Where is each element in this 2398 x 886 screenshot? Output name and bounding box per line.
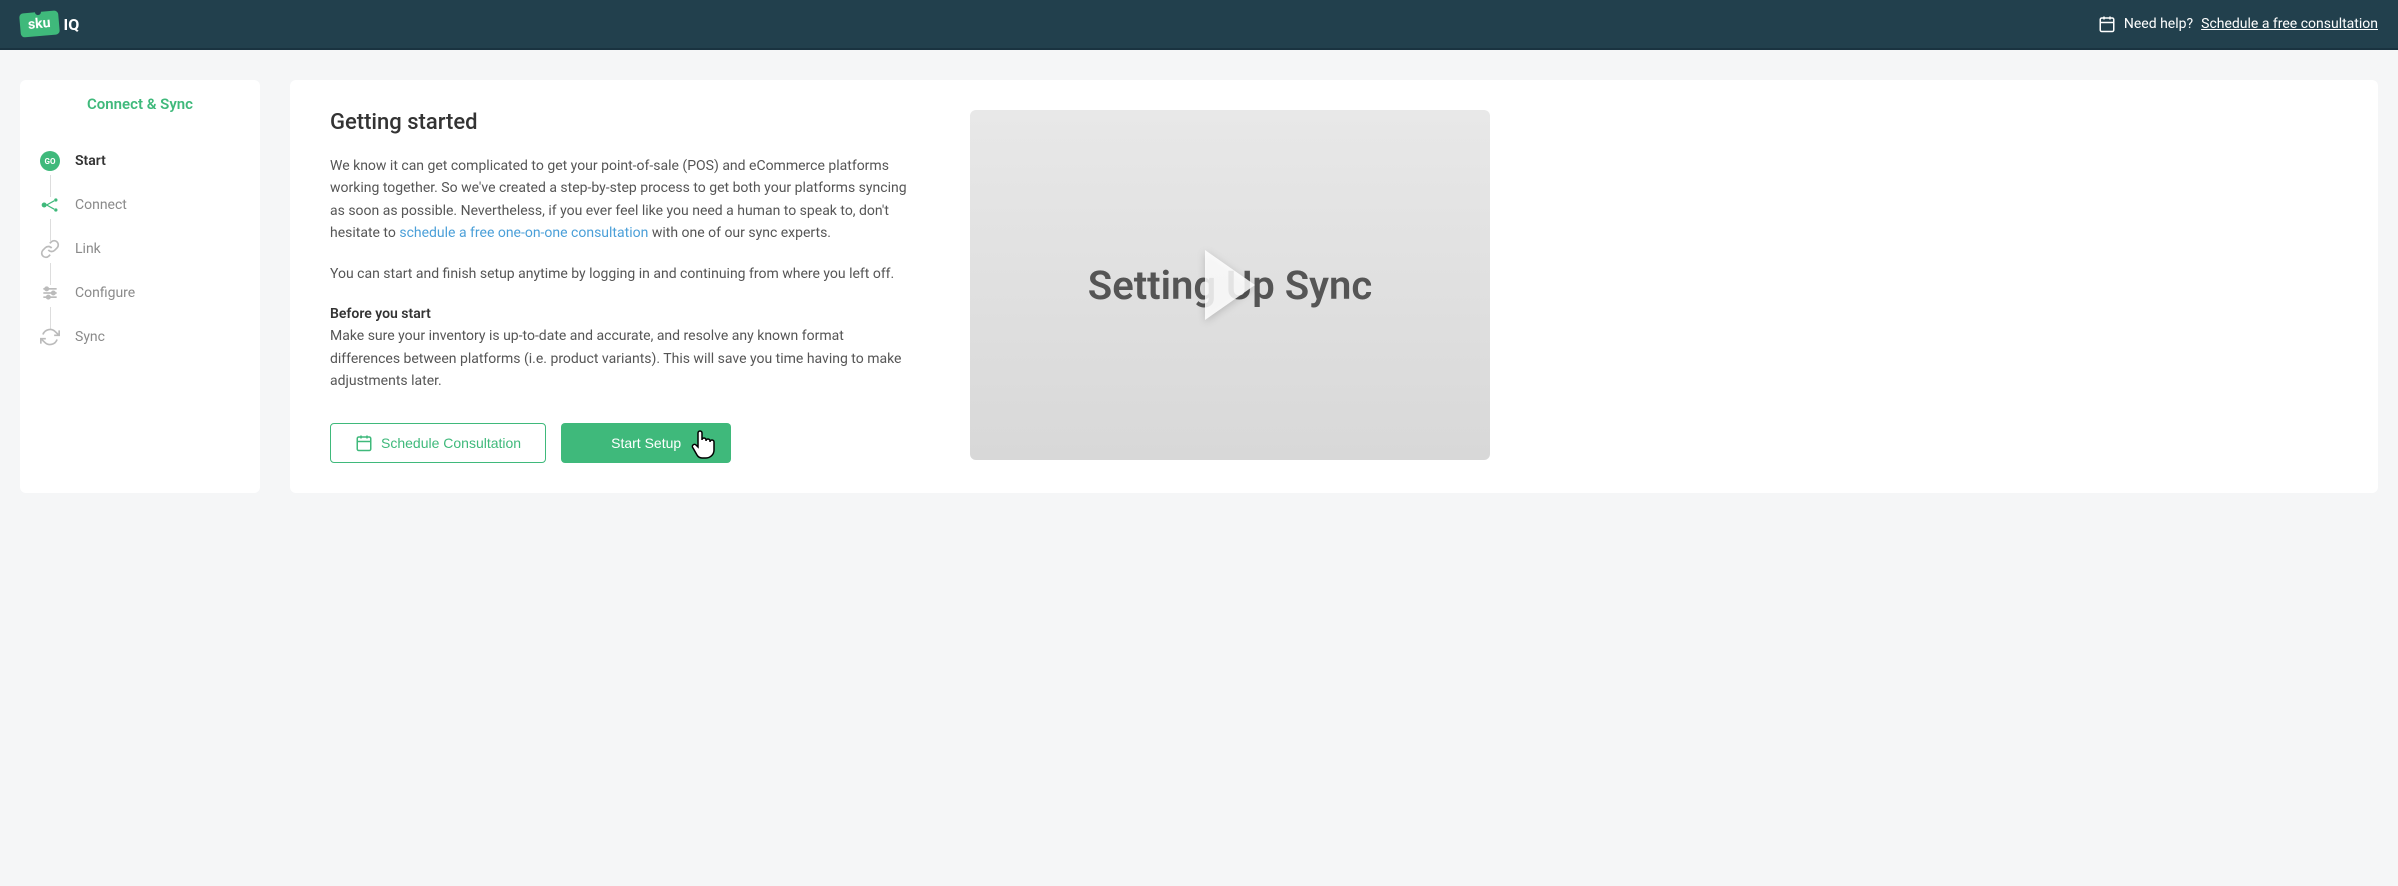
help-section: Need help? Schedule a free consultation	[2098, 15, 2378, 33]
step-start[interactable]: GO Start	[40, 139, 240, 183]
sidebar-title: Connect & Sync	[20, 80, 260, 129]
calendar-icon	[355, 434, 373, 452]
step-sync[interactable]: Sync	[40, 315, 240, 359]
top-header: sku IQ Need help? Schedule a free consul…	[0, 0, 2398, 50]
step-link[interactable]: Link	[40, 227, 240, 271]
play-icon	[1205, 250, 1255, 320]
sync-icon	[40, 327, 60, 347]
button-row: Schedule Consultation Start Setup	[330, 423, 910, 463]
schedule-consultation-link[interactable]: Schedule a free consultation	[2201, 16, 2378, 32]
schedule-button-label: Schedule Consultation	[381, 435, 521, 451]
content-left: Getting started We know it can get compl…	[330, 110, 910, 463]
step-label: Start	[75, 153, 106, 169]
step-list: GO Start Connect Link Configure	[20, 129, 260, 369]
before-paragraph: Before you start Make sure your inventor…	[330, 303, 910, 393]
resume-paragraph: You can start and finish setup anytime b…	[330, 263, 910, 285]
connect-icon	[40, 195, 60, 215]
main-container: Connect & Sync GO Start Connect Link	[0, 50, 2398, 523]
step-label: Sync	[75, 329, 105, 345]
start-setup-button[interactable]: Start Setup	[561, 423, 731, 463]
help-text: Need help?	[2124, 16, 2193, 32]
go-icon: GO	[40, 151, 60, 171]
step-label: Connect	[75, 197, 127, 213]
sidebar: Connect & Sync GO Start Connect Link	[20, 80, 260, 493]
logo-badge: sku	[19, 10, 59, 37]
intro-paragraph: We know it can get complicated to get yo…	[330, 155, 910, 245]
page-title: Getting started	[330, 110, 910, 135]
video-thumbnail[interactable]: Setting Up Sync	[970, 110, 1490, 460]
schedule-consultation-button[interactable]: Schedule Consultation	[330, 423, 546, 463]
logo[interactable]: sku IQ	[20, 12, 79, 36]
before-text: Make sure your inventory is up-to-date a…	[330, 328, 901, 389]
step-label: Link	[75, 241, 101, 257]
consultation-inline-link[interactable]: schedule a free one-on-one consultation	[399, 225, 648, 241]
main-content: Getting started We know it can get compl…	[290, 80, 2378, 493]
start-button-label: Start Setup	[611, 435, 681, 451]
step-configure[interactable]: Configure	[40, 271, 240, 315]
step-label: Configure	[75, 285, 135, 301]
configure-icon	[40, 283, 60, 303]
intro-text-b: with one of our sync experts.	[648, 225, 831, 241]
link-icon	[40, 239, 60, 259]
before-heading: Before you start	[330, 303, 910, 325]
step-connect[interactable]: Connect	[40, 183, 240, 227]
logo-suffix: IQ	[64, 15, 80, 34]
calendar-icon	[2098, 15, 2116, 33]
